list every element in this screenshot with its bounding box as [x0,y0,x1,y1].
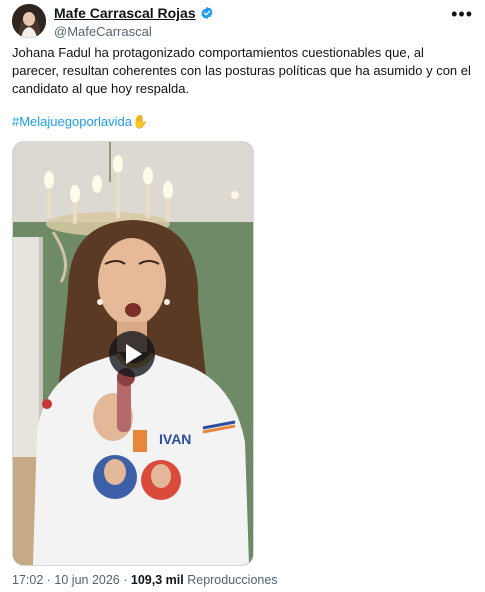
view-count-label: Reproducciones [187,573,278,587]
post-time[interactable]: 17:02 [12,573,43,587]
verified-badge-icon [200,6,214,20]
user-handle[interactable]: @MafeCarrascal [54,24,152,39]
avatar[interactable] [12,4,46,38]
meta-separator: · [46,573,51,587]
name-row: Mafe Carrascal Rojas [54,5,214,21]
tweet-card: Mafe Carrascal Rojas @MafeCarrascal ••• … [0,0,485,592]
raised-hand-emoji: ✋ [131,114,149,129]
meta-separator: · [123,573,128,587]
view-count: 109,3 mil [130,573,184,587]
more-options-icon[interactable]: ••• [451,4,473,25]
tweet-text: Johana Fadul ha protagonizado comportami… [12,45,471,96]
play-icon [126,344,142,364]
video-player[interactable]: IVAN [12,141,254,566]
hashtag-link[interactable]: #Melajuegoporlavida [12,114,132,129]
display-name[interactable]: Mafe Carrascal Rojas [54,5,196,21]
hashtag-row: #Melajuegoporlavida✋ [12,113,148,131]
tweet-meta: 17:02 · 10 jun 2026 · 109,3 mil Reproduc… [12,573,278,587]
tweet-header: Mafe Carrascal Rojas @MafeCarrascal ••• [12,4,475,40]
post-date[interactable]: 10 jun 2026 [54,573,119,587]
play-button[interactable] [109,331,155,377]
svg-text:IVAN: IVAN [159,431,191,447]
